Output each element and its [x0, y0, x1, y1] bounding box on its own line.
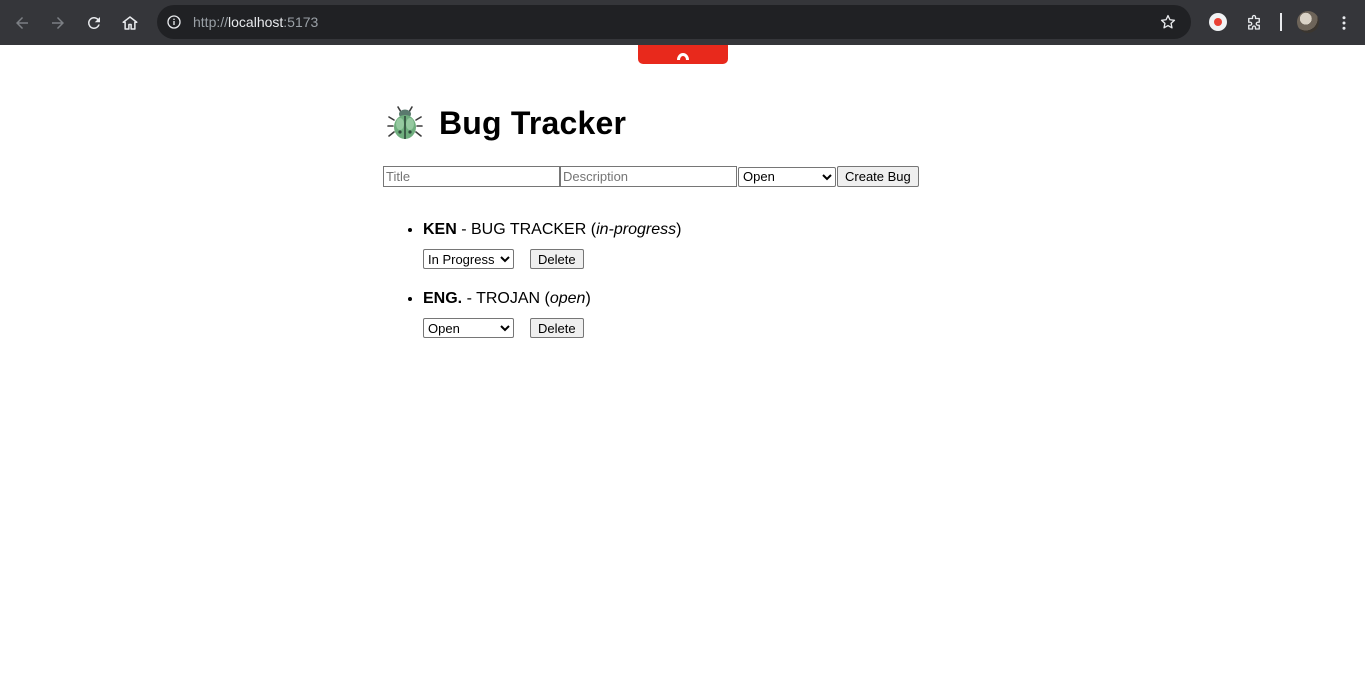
title-input[interactable]: [383, 166, 560, 187]
header: Bug Tracker: [383, 100, 983, 146]
puzzle-icon: [1248, 14, 1260, 30]
bug-separator: -: [456, 221, 471, 238]
more-icon: [1342, 16, 1346, 30]
bug-status: in-progress: [596, 221, 677, 238]
delete-button[interactable]: Delete: [530, 249, 584, 269]
list-item: KEN - BUG TRACKER (in-progress) Open In …: [423, 218, 681, 269]
avatar[interactable]: [1297, 11, 1319, 33]
address-bar[interactable]: http://localhost:5173: [157, 5, 1191, 39]
bug-title: KEN: [423, 221, 457, 238]
delete-button[interactable]: Delete: [530, 318, 584, 338]
bug-status-select[interactable]: Open In Progress Closed: [423, 318, 514, 338]
bug-separator: -: [462, 290, 477, 307]
dev-tools-tab[interactable]: [638, 45, 728, 64]
bug-summary: ENG. - TROJAN (open): [423, 290, 591, 307]
bug-list: KEN - BUG TRACKER (in-progress) Open In …: [383, 218, 681, 348]
bug-summary: KEN - BUG TRACKER (in-progress): [423, 221, 682, 238]
back-icon: [16, 17, 28, 29]
url-scheme: http://: [193, 14, 229, 30]
extensions-button[interactable]: [1240, 9, 1268, 37]
forward-icon: [52, 17, 64, 29]
reload-button[interactable]: [80, 9, 108, 37]
info-icon[interactable]: [165, 13, 183, 31]
back-button[interactable]: [8, 9, 36, 37]
arch-icon: [677, 52, 689, 60]
page-title: Bug Tracker: [439, 104, 627, 141]
home-button[interactable]: [116, 9, 144, 37]
forward-button[interactable]: [44, 9, 72, 37]
bug-tracker-app: Bug Tracker Open In Progress Closed Crea…: [383, 100, 983, 338]
toolbar-divider: [1280, 13, 1282, 31]
bug-title: ENG.: [423, 290, 463, 307]
description-input[interactable]: [560, 166, 737, 187]
bug-status-select[interactable]: Open In Progress Closed: [423, 249, 514, 269]
bug-controls: Open In Progress Closed Delete: [423, 249, 681, 269]
browser-toolbar: http://localhost:5173: [0, 0, 1365, 45]
url-port: :5173: [283, 14, 319, 30]
bug-description: BUG TRACKER: [471, 221, 587, 238]
bug-icon: [387, 106, 423, 139]
create-bug-button[interactable]: Create Bug: [837, 166, 919, 187]
star-icon[interactable]: [1159, 13, 1177, 31]
reload-icon: [87, 16, 100, 29]
list-item: ENG. - TROJAN (open) Open In Progress Cl…: [423, 287, 681, 338]
url-text[interactable]: http://localhost:5173: [193, 13, 318, 31]
bug-description: TROJAN: [476, 290, 541, 307]
bug-controls: Open In Progress Closed Delete: [423, 318, 681, 338]
bug-status: open: [549, 290, 586, 307]
status-select[interactable]: Open In Progress Closed: [738, 166, 836, 187]
extension-icon[interactable]: [1209, 13, 1227, 31]
home-icon: [122, 16, 138, 30]
menu-button[interactable]: [1330, 9, 1358, 37]
url-host: localhost: [228, 14, 284, 30]
create-bug-form: Open In Progress Closed Create Bug: [383, 166, 919, 187]
